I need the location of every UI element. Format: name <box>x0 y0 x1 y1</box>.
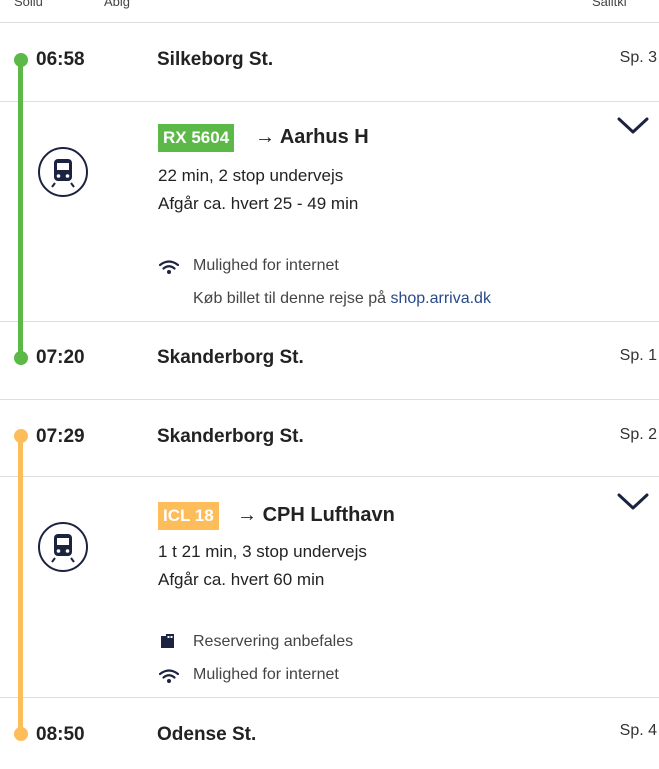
header-col-label: Salitki <box>592 0 627 9</box>
trip-frequency: Afgår ca. hvert 25 - 49 min <box>158 194 359 213</box>
feature-internet: Mulighed for internet <box>193 666 339 683</box>
wifi-icon <box>159 669 179 683</box>
arrival-station: Odense St. <box>157 724 257 745</box>
arrow-icon: → <box>255 126 275 148</box>
feature-internet: Mulighed for internet <box>193 257 339 274</box>
chevron-down-icon[interactable] <box>616 116 650 136</box>
divider <box>0 321 659 322</box>
reservation-icon <box>161 634 174 648</box>
trip-duration: 22 min, 2 stop undervejs <box>158 166 344 185</box>
departure-station: Skanderborg St. <box>157 426 304 447</box>
route-line <box>18 60 23 358</box>
destination: Aarhus H <box>279 126 369 148</box>
divider <box>0 697 659 698</box>
arrival-time: 07:20 <box>36 347 85 368</box>
ticket-prefix: Køb billet til denne rejse på <box>193 290 386 307</box>
arrow-icon: → <box>237 504 257 526</box>
departure-station: Silkeborg St. <box>157 49 274 70</box>
arrival-track: Sp. 1 <box>619 347 657 364</box>
divider <box>0 399 659 400</box>
line-badge: ICL 18 <box>158 502 219 530</box>
departure-track: Sp. 3 <box>619 49 657 66</box>
wifi-icon <box>159 260 179 274</box>
divider <box>0 22 659 23</box>
train-icon <box>38 522 88 572</box>
header-col-label: Sollu <box>14 0 43 9</box>
arrival-track: Sp. 4 <box>619 722 657 739</box>
trip-frequency: Afgår ca. hvert 60 min <box>158 570 325 589</box>
train-icon <box>38 147 88 197</box>
chevron-down-icon[interactable] <box>616 492 650 512</box>
line-badge: RX 5604 <box>158 124 235 152</box>
arrival-station: Skanderborg St. <box>157 347 304 368</box>
destination-heading: → CPH Lufthavn <box>237 504 395 527</box>
departure-dot <box>14 53 28 67</box>
departure-time: 06:58 <box>36 49 85 70</box>
feature-reservation: Reservering anbefales <box>193 633 354 650</box>
departure-track: Sp. 2 <box>619 426 657 443</box>
destination-heading: → Aarhus H <box>255 126 369 149</box>
arrival-dot <box>14 351 28 365</box>
route-line <box>18 436 23 734</box>
trip-duration: 1 t 21 min, 3 stop undervejs <box>158 542 367 561</box>
divider <box>0 101 659 102</box>
header-col-label: Ablg <box>104 0 131 9</box>
arrival-time: 08:50 <box>36 724 85 745</box>
departure-dot <box>14 429 28 443</box>
divider <box>0 476 659 477</box>
ticket-info: Køb billet til denne rejse på shop.arriv… <box>193 290 491 308</box>
departure-time: 07:29 <box>36 426 85 447</box>
ticket-link[interactable]: shop.arriva.dk <box>390 290 491 307</box>
arrival-dot <box>14 727 28 741</box>
destination: CPH Lufthavn <box>262 504 395 526</box>
